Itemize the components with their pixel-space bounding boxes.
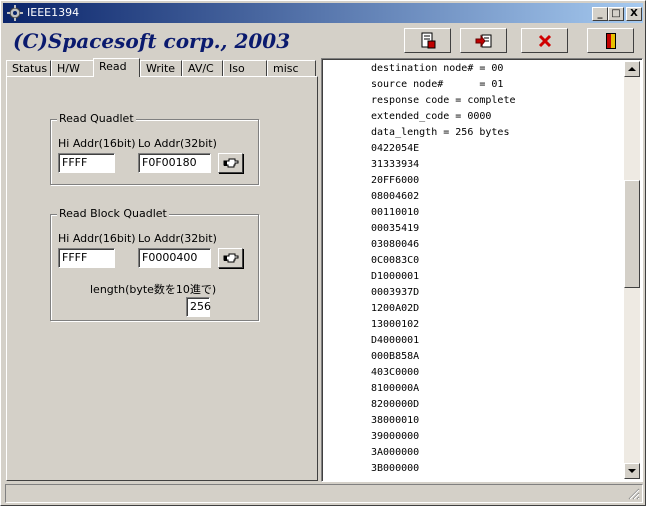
clear-button[interactable] <box>521 28 568 53</box>
log-line: 08004602 <box>371 191 420 202</box>
read-block-lo-addr-input[interactable]: F0000400 <box>138 248 211 268</box>
document-save-icon <box>421 32 436 49</box>
lo-addr-label: Lo Addr(32bit) <box>138 232 217 245</box>
copy-log-button[interactable] <box>460 28 507 53</box>
tab-write[interactable]: Write <box>140 60 182 76</box>
hi-addr-label: Hi Addr(16bit) <box>58 232 136 245</box>
tab-avc[interactable]: AV/C <box>182 60 223 76</box>
response-log-lines: destination node# = 00 source node# = 01 r… <box>371 61 621 477</box>
tab-status[interactable]: Status <box>6 60 51 76</box>
read-block-group: Read Block Quadlet Hi Addr(16bit) Lo Add… <box>50 207 259 321</box>
read-block-title: Read Block Quadlet <box>57 207 169 220</box>
exit-button[interactable] <box>587 28 634 53</box>
log-line: 00035419 <box>371 223 420 234</box>
window-title: IEEE1394 <box>27 6 80 19</box>
scroll-down-button[interactable] <box>624 463 640 479</box>
log-line: data_length = 256 bytes <box>371 127 510 138</box>
tab-misc[interactable]: misc <box>267 60 316 76</box>
log-scrollbar[interactable] <box>624 61 640 479</box>
arrow-down-icon <box>628 469 636 473</box>
log-line: D4000001 <box>371 335 420 346</box>
document-copy-icon <box>475 34 492 48</box>
read-block-execute-button[interactable] <box>218 248 243 268</box>
log-line: 0C0083C0 <box>371 255 420 266</box>
log-line: 39000000 <box>371 431 420 442</box>
door-exit-icon <box>606 33 616 49</box>
read-quadlet-lo-addr-input[interactable]: F0F00180 <box>138 153 211 173</box>
log-line: 0003937D <box>371 287 420 298</box>
resize-grip-icon[interactable] <box>628 488 640 500</box>
log-line: 3B000000 <box>371 463 420 474</box>
read-quadlet-group: Read Quadlet Hi Addr(16bit) Lo Addr(32bi… <box>50 112 259 185</box>
lo-addr-label: Lo Addr(32bit) <box>138 137 217 150</box>
log-line: 03080046 <box>371 239 420 250</box>
log-line: response code = complete <box>371 95 516 106</box>
log-line: 1200A02D <box>371 303 420 314</box>
log-line: 38000010 <box>371 415 420 426</box>
log-line: 31333934 <box>371 159 420 170</box>
red-x-icon <box>538 34 552 48</box>
scroll-thumb[interactable] <box>624 180 640 288</box>
pointing-hand-icon <box>223 253 239 263</box>
log-line: 13000102 <box>371 319 420 330</box>
tab-iso[interactable]: Iso <box>223 60 267 76</box>
length-label: length(byte数を10進で) <box>90 283 217 296</box>
read-quadlet-title: Read Quadlet <box>57 112 136 125</box>
log-line: 000B858A <box>371 351 420 362</box>
log-line: 20FF6000 <box>371 175 420 186</box>
log-line: 0422054E <box>371 143 420 154</box>
response-log[interactable]: destination node# = 00 source node# = 01 r… <box>321 58 643 482</box>
app-window: IEEE1394 _ □ X (C)Spacesoft corp., 2003 <box>0 0 646 506</box>
log-line: 8200000D <box>371 399 420 410</box>
tab-hw[interactable]: H/W <box>51 60 94 76</box>
app-banner-title: (C)Spacesoft corp., 2003 <box>13 29 291 53</box>
pointing-hand-icon <box>223 158 239 168</box>
read-block-hi-addr-input[interactable]: FFFF <box>58 248 115 268</box>
minimize-button[interactable]: _ <box>592 7 608 21</box>
log-line: 3A000000 <box>371 447 420 458</box>
log-line: extended_code = 0000 <box>371 111 492 122</box>
read-tab-panel: Read Quadlet Hi Addr(16bit) Lo Addr(32bi… <box>6 76 318 481</box>
title-bar[interactable]: IEEE1394 _ □ X <box>3 3 643 23</box>
save-log-button[interactable] <box>404 28 451 53</box>
log-line: D1000001 <box>371 271 420 282</box>
log-line: source node# = 01 <box>371 79 504 90</box>
scroll-up-button[interactable] <box>624 61 640 77</box>
hi-addr-label: Hi Addr(16bit) <box>58 137 136 150</box>
read-quadlet-execute-button[interactable] <box>218 153 243 173</box>
log-line: 8100000A <box>371 383 420 394</box>
tab-strip: Status H/W Read Write AV/C Iso misc <box>6 58 316 77</box>
log-line: destination node# = 00 <box>371 63 504 74</box>
read-block-length-input[interactable]: 256 <box>186 297 211 317</box>
maximize-button[interactable]: □ <box>608 7 624 21</box>
log-line: 00110010 <box>371 207 420 218</box>
tab-read[interactable]: Read <box>93 58 140 77</box>
log-line: 403C0000 <box>371 367 420 378</box>
close-button[interactable]: X <box>626 7 642 21</box>
read-quadlet-hi-addr-input[interactable]: FFFF <box>58 153 115 173</box>
app-gear-icon <box>7 5 23 21</box>
status-bar <box>5 484 643 503</box>
arrow-up-icon <box>628 67 636 71</box>
